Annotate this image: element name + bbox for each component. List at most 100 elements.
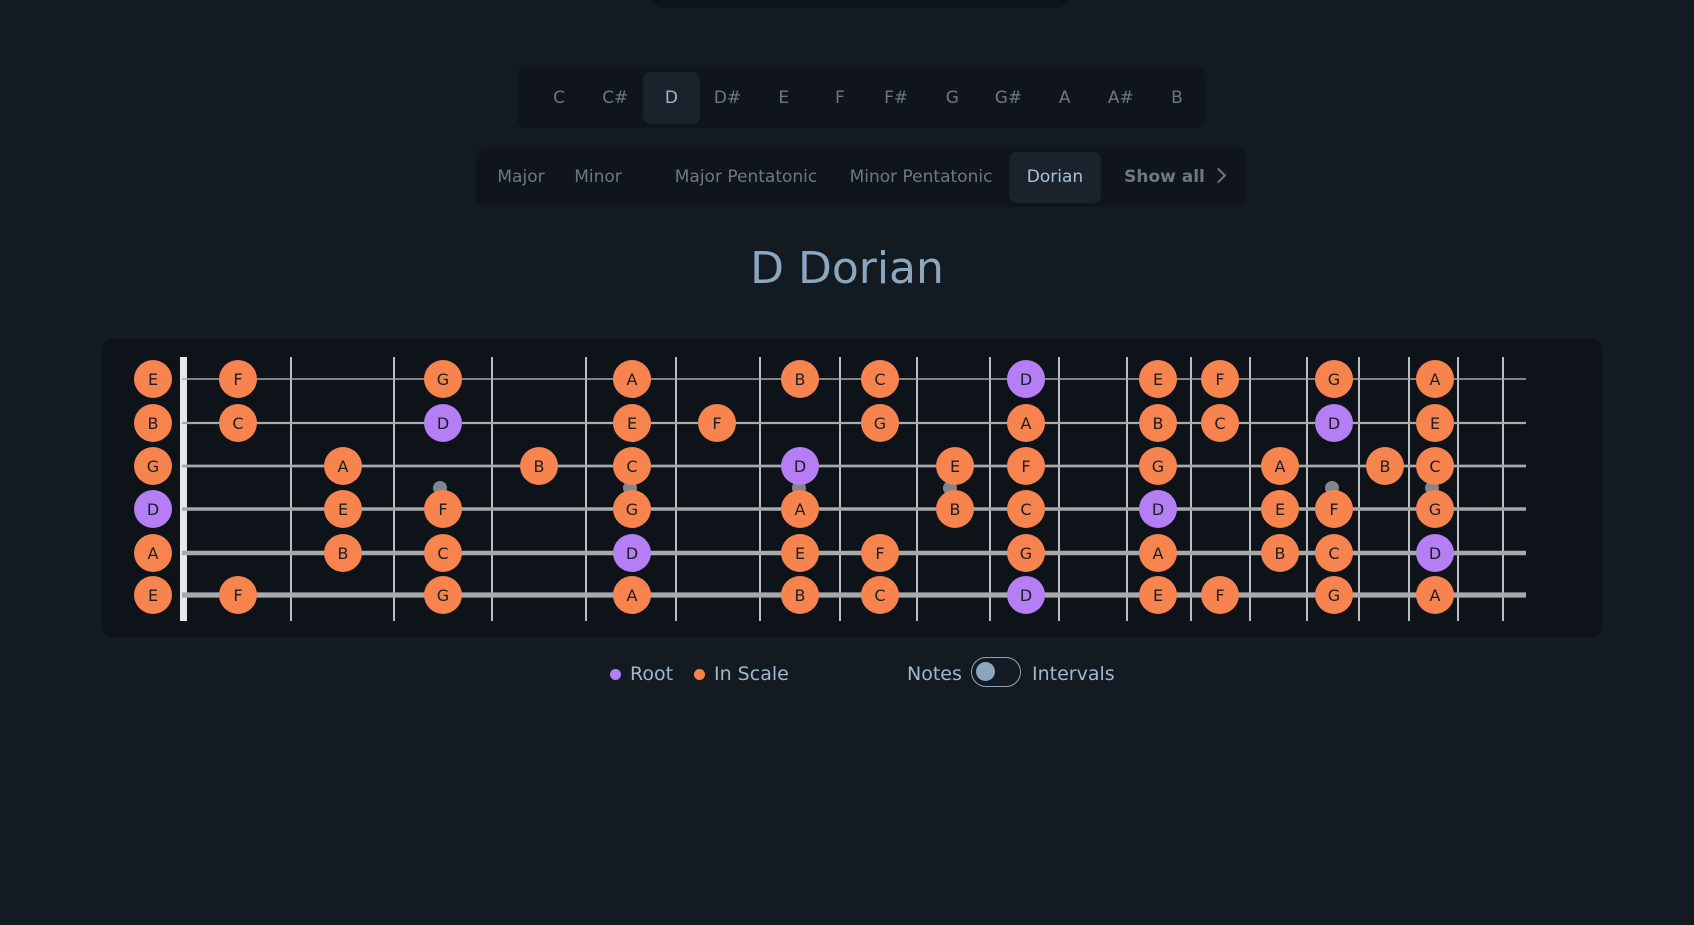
scale-note-marker: E — [324, 490, 362, 528]
show-all-button[interactable]: Show all — [1112, 152, 1236, 203]
scale-note-marker: B — [781, 576, 819, 614]
toggle-notes-label: Notes — [907, 660, 962, 688]
note-label: F — [233, 370, 242, 389]
key-selector: CC#DD#EFF#GG#AA#B — [517, 67, 1205, 128]
scale-note-marker: G — [613, 490, 651, 528]
note-label: E — [950, 457, 960, 476]
root-note-marker: D — [424, 404, 462, 442]
note-label: A — [627, 586, 638, 605]
note-label: C — [874, 586, 885, 605]
note-label: C — [232, 414, 243, 433]
note-label: F — [712, 414, 721, 433]
key-button[interactable]: F# — [868, 72, 924, 124]
scale-major-pentatonic-button[interactable]: Major Pentatonic — [664, 152, 828, 203]
key-button[interactable]: B — [1149, 72, 1205, 124]
key-button[interactable]: G# — [980, 72, 1036, 124]
note-label: A — [1275, 457, 1286, 476]
note-label: E — [1430, 414, 1440, 433]
key-button[interactable]: D# — [700, 72, 756, 124]
notes-intervals-toggle[interactable] — [971, 657, 1021, 687]
note-label: F — [438, 500, 447, 519]
note-label: E — [1275, 500, 1285, 519]
note-label: G — [1020, 544, 1032, 563]
root-note-marker: D — [1416, 534, 1454, 572]
scale-note-marker: E — [1416, 404, 1454, 442]
in-scale-dot-icon — [694, 669, 705, 680]
root-note-marker: D — [613, 534, 651, 572]
key-button[interactable]: F — [812, 72, 868, 124]
legend-in-scale-label: In Scale — [714, 663, 789, 685]
legend-root-label: Root — [630, 663, 673, 685]
scale-minor-button[interactable]: Minor — [562, 152, 634, 203]
scale-note-marker: A — [781, 490, 819, 528]
scale-note-marker: B — [324, 534, 362, 572]
scale-note-marker: B — [134, 404, 172, 442]
note-label: G — [1328, 586, 1340, 605]
scale-note-marker: C — [861, 360, 899, 398]
root-note-marker: D — [1139, 490, 1177, 528]
key-button[interactable]: A# — [1093, 72, 1149, 124]
note-label: B — [795, 370, 806, 389]
note-label: G — [874, 414, 886, 433]
note-label: D — [794, 457, 806, 476]
scale-note-marker: F — [1315, 490, 1353, 528]
scale-note-marker: E — [1261, 490, 1299, 528]
scale-minor-pentatonic-button[interactable]: Minor Pentatonic — [839, 152, 1003, 203]
key-button[interactable]: C# — [587, 72, 643, 124]
note-label: C — [437, 544, 448, 563]
scale-note-marker: F — [424, 490, 462, 528]
scale-note-marker: B — [781, 360, 819, 398]
note-label: E — [1153, 370, 1163, 389]
note-label: D — [1328, 414, 1340, 433]
key-button[interactable]: D — [643, 72, 699, 124]
scale-note-marker: F — [219, 576, 257, 614]
note-label: F — [1215, 586, 1224, 605]
note-label: C — [874, 370, 885, 389]
scale-note-marker: E — [1139, 360, 1177, 398]
scale-note-marker: B — [1139, 404, 1177, 442]
scale-note-marker: C — [1201, 404, 1239, 442]
note-label: F — [1215, 370, 1224, 389]
note-label: A — [1430, 586, 1441, 605]
scale-note-marker: C — [613, 447, 651, 485]
scale-note-marker: F — [1201, 360, 1239, 398]
scale-note-marker: A — [1416, 360, 1454, 398]
key-button[interactable]: A — [1037, 72, 1093, 124]
note-label: B — [795, 586, 806, 605]
note-label: B — [950, 500, 961, 519]
scale-note-marker: F — [698, 404, 736, 442]
root-note-marker: D — [1007, 576, 1045, 614]
key-button[interactable]: E — [756, 72, 812, 124]
note-label: E — [148, 370, 158, 389]
note-label: C — [1328, 544, 1339, 563]
note-label: C — [1429, 457, 1440, 476]
legend-root: Root — [610, 660, 673, 688]
note-label: D — [1429, 544, 1441, 563]
note-label: E — [627, 414, 637, 433]
key-button[interactable]: C — [531, 72, 587, 124]
note-label: D — [437, 414, 449, 433]
top-panel-edge — [650, 0, 1070, 8]
scale-note-marker: A — [324, 447, 362, 485]
toggle-intervals-label: Intervals — [1032, 660, 1115, 688]
scale-note-marker: E — [1139, 576, 1177, 614]
note-label: D — [1020, 586, 1032, 605]
root-note-marker: D — [1007, 360, 1045, 398]
scale-note-marker: G — [861, 404, 899, 442]
scale-note-marker: A — [613, 576, 651, 614]
scale-note-marker: A — [613, 360, 651, 398]
scale-note-marker: A — [1261, 447, 1299, 485]
note-label: C — [626, 457, 637, 476]
scale-major-button[interactable]: Major — [484, 152, 558, 203]
note-label: A — [627, 370, 638, 389]
note-label: G — [437, 586, 449, 605]
root-note-marker: D — [134, 490, 172, 528]
note-label: C — [1020, 500, 1031, 519]
scale-note-marker: G — [1416, 490, 1454, 528]
key-button[interactable]: G — [924, 72, 980, 124]
scale-note-marker: C — [1416, 447, 1454, 485]
note-label: B — [534, 457, 545, 476]
scale-note-marker: E — [134, 360, 172, 398]
scale-dorian-button[interactable]: Dorian — [1009, 152, 1101, 203]
note-label: F — [1021, 457, 1030, 476]
